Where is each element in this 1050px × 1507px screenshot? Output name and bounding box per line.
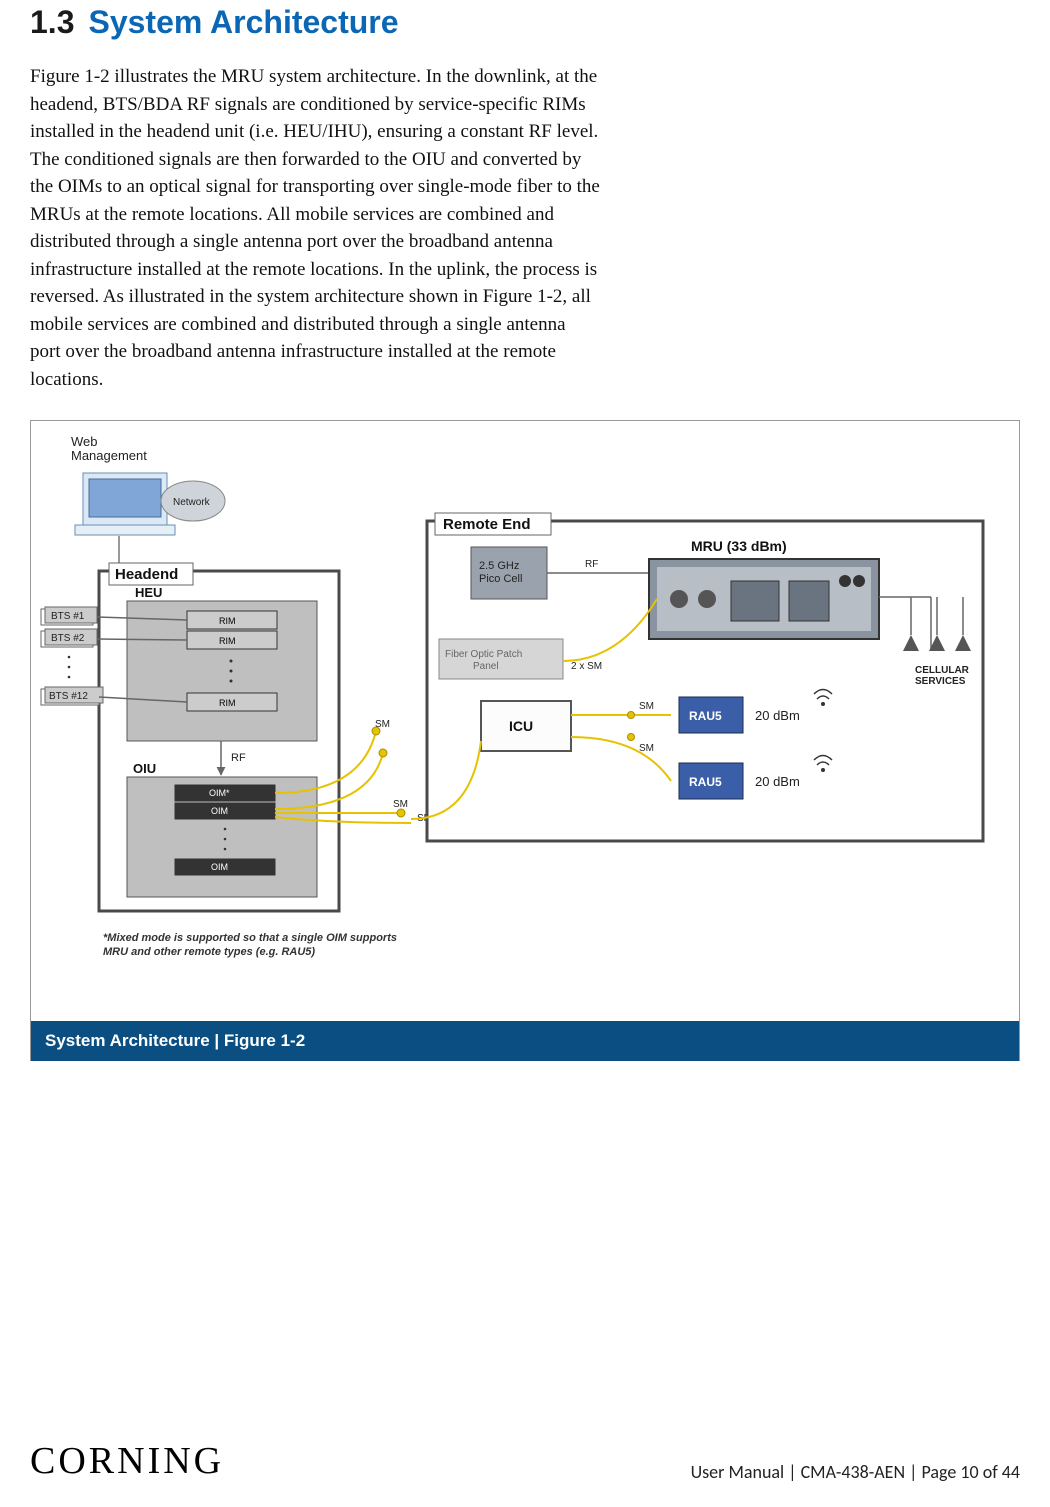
sm-label-5: SM bbox=[639, 743, 654, 754]
mru-label: MRU (33 dBm) bbox=[691, 538, 787, 554]
dbm20-label-2: 20 dBm bbox=[755, 774, 800, 789]
figure-caption: System Architecture | Figure 1-2 bbox=[31, 1021, 1019, 1061]
bts1-label: BTS #1 bbox=[51, 611, 85, 622]
section-title: System Architecture bbox=[88, 4, 398, 41]
figure-diagram: WebManagement Network Headend HEU RIM RI… bbox=[31, 421, 1019, 1021]
section-number: 1.3 bbox=[30, 4, 74, 41]
brand-logo: CORNING bbox=[30, 1439, 224, 1483]
page-footer: CORNING User Manual | CMA-438-AEN | Page… bbox=[30, 1439, 1020, 1483]
figure-container: WebManagement Network Headend HEU RIM RI… bbox=[30, 420, 1020, 1061]
two-sm-label: 2 x SM bbox=[571, 661, 602, 672]
remote-end-label: Remote End bbox=[443, 516, 531, 533]
sm-label-4: SM bbox=[639, 701, 654, 712]
oim-label-2: OIM bbox=[211, 862, 228, 872]
diagram-note: *Mixed mode is supported so that a singl… bbox=[103, 932, 397, 958]
svg-text:CELLULARSERVICES: CELLULARSERVICES bbox=[915, 665, 970, 687]
pico-line2: Pico Cell bbox=[479, 573, 522, 585]
icu-label: ICU bbox=[509, 718, 533, 734]
rf-label-1: RF bbox=[231, 752, 246, 764]
rau5-label-1: RAU5 bbox=[689, 709, 722, 723]
rim-label-3: RIM bbox=[219, 698, 236, 708]
rf-label-2: RF bbox=[585, 559, 598, 570]
dbm20-label-1: 20 dBm bbox=[755, 708, 800, 723]
section-heading: 1.3 System Architecture bbox=[30, 4, 1020, 41]
rim-label-1: RIM bbox=[219, 616, 236, 626]
sm-label-1: SM bbox=[375, 719, 390, 730]
heu-label: HEU bbox=[135, 585, 162, 600]
web-management-label: WebManagement bbox=[71, 434, 147, 463]
rim-label-2: RIM bbox=[219, 636, 236, 646]
pico-line1: 2.5 GHz bbox=[479, 560, 519, 572]
oim-star-label: OIM* bbox=[209, 788, 230, 798]
bts12-label: BTS #12 bbox=[49, 691, 88, 702]
body-paragraph: Figure 1-2 illustrates the MRU system ar… bbox=[30, 63, 600, 394]
headend-label: Headend bbox=[115, 566, 178, 583]
oiu-label: OIU bbox=[133, 761, 156, 776]
bts2-label: BTS #2 bbox=[51, 633, 85, 644]
sm-label-2: SM bbox=[393, 799, 408, 810]
page-number-info: User Manual | CMA-438-AEN | Page 10 of 4… bbox=[691, 1461, 1020, 1483]
rau5-label-2: RAU5 bbox=[689, 775, 722, 789]
network-label: Network bbox=[173, 497, 211, 508]
oim-label-1: OIM bbox=[211, 806, 228, 816]
svg-text:2.5 GHzPico Cell: 2.5 GHzPico Cell bbox=[479, 560, 522, 585]
